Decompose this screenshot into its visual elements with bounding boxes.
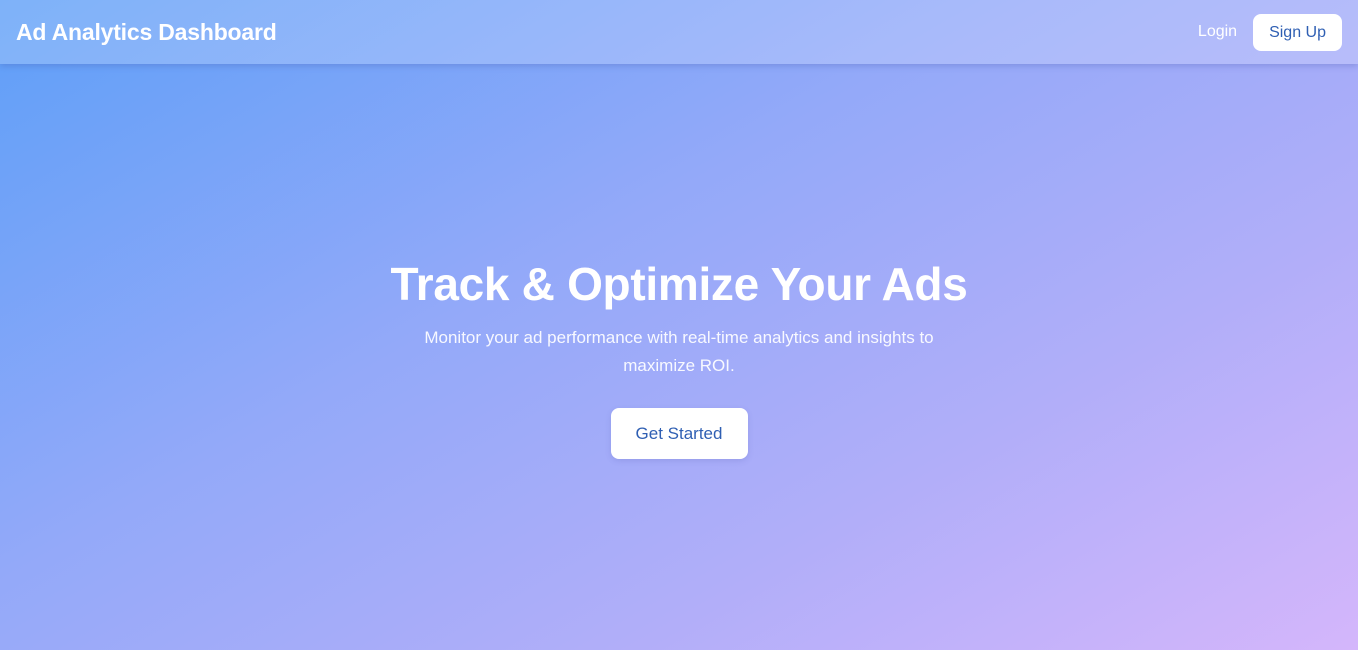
hero-section: Track & Optimize Your Ads Monitor your a…: [0, 64, 1358, 650]
login-link[interactable]: Login: [1198, 23, 1237, 41]
hero-subtitle: Monitor your ad performance with real-ti…: [424, 327, 934, 375]
hero-title: Track & Optimize Your Ads: [390, 257, 968, 310]
signup-button[interactable]: Sign Up: [1253, 13, 1342, 51]
get-started-button[interactable]: Get Started: [610, 407, 748, 459]
top-navbar: Ad Analytics Dashboard Login Sign Up: [0, 0, 1358, 64]
brand-title: Ad Analytics Dashboard: [16, 18, 277, 45]
nav-actions: Login Sign Up: [1198, 13, 1342, 51]
